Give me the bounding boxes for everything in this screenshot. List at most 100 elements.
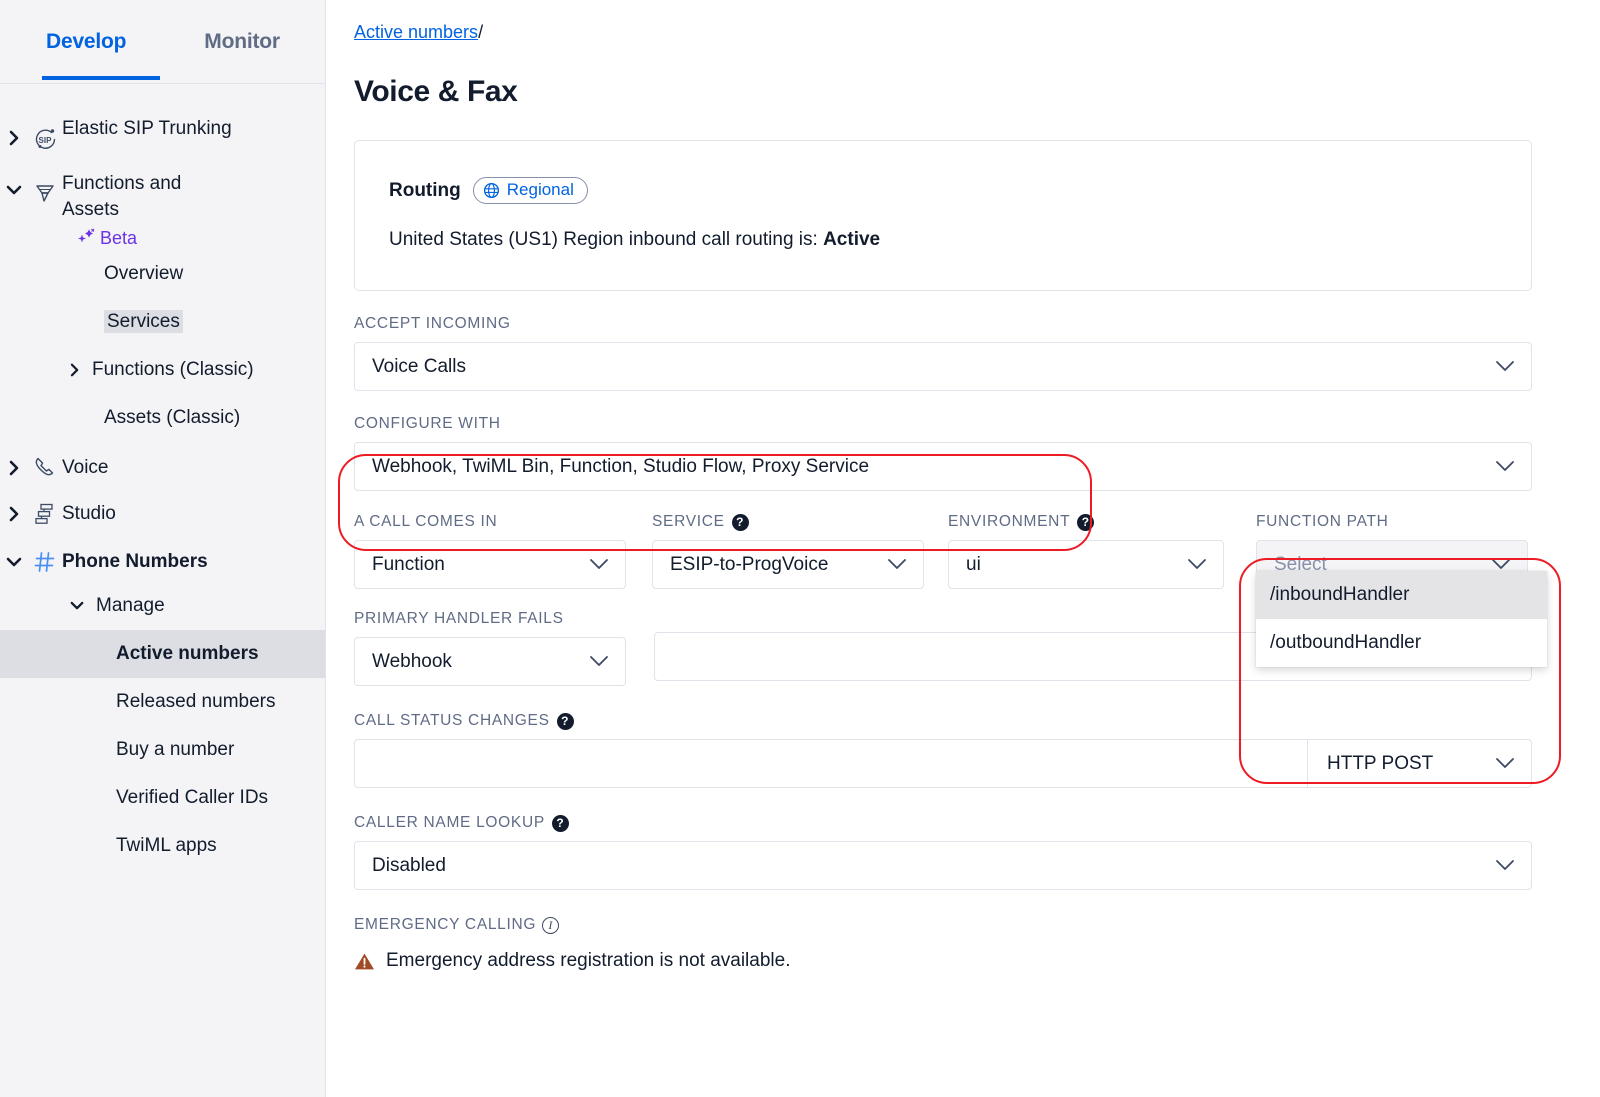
chevron-down-icon[interactable] <box>1495 859 1515 872</box>
sidebar-item-released-numbers[interactable]: Released numbers <box>0 678 325 726</box>
a-call-comes-in-select[interactable]: Function <box>354 540 626 589</box>
primary-handler-fails-label: Primary handler fails <box>354 610 564 627</box>
environment-select[interactable]: ui <box>948 540 1224 589</box>
call-status-changes-label-text: Call status changes <box>354 712 550 729</box>
routing-description: United States (US1) Region inbound call … <box>389 229 1531 251</box>
sidebar-nav: SIP Elastic SIP Trunking Functions and A… <box>0 84 325 870</box>
call-status-changes-method-value: HTTP POST <box>1327 752 1434 774</box>
accept-incoming-label: Accept incoming <box>354 315 511 332</box>
sip-icon: SIP <box>28 116 62 154</box>
accept-incoming-value: Voice Calls <box>372 355 466 377</box>
sidebar-item-overview[interactable]: Overview <box>0 250 325 298</box>
svg-text:SIP: SIP <box>39 136 53 145</box>
call-status-changes-method-select[interactable]: HTTP POST <box>1307 739 1532 788</box>
menu-item-outbound-handler[interactable]: /outboundHandler <box>1256 619 1547 667</box>
accept-incoming-select[interactable]: Voice Calls <box>354 342 1532 391</box>
help-icon[interactable]: ? <box>1077 513 1095 531</box>
sidebar-item-twiml-apps[interactable]: TwiML apps <box>0 822 325 870</box>
sidebar-item-manage[interactable]: Manage <box>0 582 325 630</box>
configure-with-value: Webhook, TwiML Bin, Function, Studio Flo… <box>372 455 870 477</box>
call-status-changes-url-input[interactable] <box>354 739 1307 788</box>
sidebar-item-label: Functions and Assets <box>62 173 182 220</box>
primary-handler-fails-value: Webhook <box>372 650 452 672</box>
sidebar-item-functions-and-assets[interactable]: Functions and Assets <box>0 161 325 230</box>
caller-name-lookup-select[interactable]: Disabled <box>354 841 1532 890</box>
sidebar-item-active-numbers[interactable]: Active numbers <box>0 630 325 678</box>
chevron-right-icon[interactable] <box>0 116 28 146</box>
routing-region-badge: Regional <box>472 177 588 204</box>
caller-name-lookup-label: Caller name lookup ? <box>354 814 1558 832</box>
chevron-right-icon[interactable] <box>0 460 28 476</box>
service-value: ESIP-to-ProgVoice <box>670 553 829 575</box>
tab-monitor[interactable]: Monitor <box>204 30 280 76</box>
tab-develop[interactable]: Develop <box>42 30 161 80</box>
routing-label: Routing <box>389 179 461 201</box>
sidebar-item-elastic-sip-trunking[interactable]: SIP Elastic SIP Trunking <box>0 106 325 161</box>
menu-item-inbound-handler[interactable]: /inboundHandler <box>1256 571 1547 619</box>
sidebar-item-label: Manage <box>96 595 165 616</box>
help-icon[interactable]: ? <box>556 712 574 730</box>
service-label-text: Service <box>652 513 725 530</box>
chevron-down-icon[interactable] <box>1187 558 1207 571</box>
functions-icon <box>28 171 62 207</box>
sidebar-item-buy-a-number[interactable]: Buy a number <box>0 726 325 774</box>
chevron-down-icon[interactable] <box>589 558 609 571</box>
sidebar-item-label: Functions (Classic) <box>92 359 254 380</box>
chevron-down-icon[interactable] <box>1495 757 1515 770</box>
primary-handler-fails-group: Primary handler fails Webhook <box>354 610 626 686</box>
service-select[interactable]: ESIP-to-ProgVoice <box>652 540 924 589</box>
breadcrumb-link-active-numbers[interactable]: Active numbers <box>354 22 478 42</box>
sidebar-item-services[interactable]: Services <box>0 298 325 346</box>
call-status-changes-group: Call status changes ? HTTP POST <box>354 712 1558 788</box>
chevron-right-icon[interactable] <box>70 363 80 377</box>
page-title: Voice & Fax <box>354 75 518 108</box>
environment-label: Environment ? <box>948 513 1224 531</box>
caller-name-lookup-value: Disabled <box>372 854 446 876</box>
sidebar-item-assets-classic[interactable]: Assets (Classic) <box>0 394 325 442</box>
configure-with-group: Configure with Webhook, TwiML Bin, Funct… <box>354 415 1558 491</box>
chevron-down-icon[interactable] <box>887 558 907 571</box>
sidebar-item-voice[interactable]: Voice <box>0 448 325 488</box>
caller-name-lookup-label-text: Caller name lookup <box>354 814 545 831</box>
function-path-label: Function path <box>1256 513 1389 530</box>
service-label: Service ? <box>652 513 924 531</box>
sidebar-item-functions-classic[interactable]: Functions (Classic) <box>0 346 325 394</box>
globe-icon <box>483 182 500 199</box>
chevron-down-icon[interactable] <box>1491 558 1511 571</box>
help-icon[interactable]: ? <box>731 513 749 531</box>
sidebar-item-phone-numbers[interactable]: Phone Numbers <box>0 542 325 582</box>
sidebar-item-label: Elastic SIP Trunking <box>62 118 232 139</box>
configure-with-select[interactable]: Webhook, TwiML Bin, Function, Studio Flo… <box>354 442 1532 491</box>
chevron-down-icon[interactable] <box>1495 360 1515 373</box>
main-content: Active numbers/ Voice & Fax Routing Regi… <box>326 0 1600 1097</box>
environment-value: ui <box>966 553 981 575</box>
chevron-down-icon[interactable] <box>70 601 84 611</box>
emergency-calling-label-text: Emergency calling <box>354 916 537 933</box>
sidebar-item-studio[interactable]: Studio <box>0 494 325 534</box>
configure-with-label: Configure with <box>354 415 501 432</box>
chevron-down-icon[interactable] <box>0 171 28 196</box>
primary-handler-fails-select[interactable]: Webhook <box>354 637 626 686</box>
sidebar-tabs: Develop Monitor <box>0 0 325 84</box>
function-path-dropdown-menu: /inboundHandler /outboundHandler <box>1256 571 1547 667</box>
help-icon[interactable]: ? <box>551 814 569 832</box>
sidebar-item-label: Phone Numbers <box>62 551 208 572</box>
studio-icon <box>28 501 62 527</box>
chevron-down-icon[interactable] <box>0 557 28 568</box>
emergency-calling-warning: Emergency address registration is not av… <box>354 950 1558 972</box>
emergency-calling-warning-text: Emergency address registration is not av… <box>386 950 791 971</box>
chevron-down-icon[interactable] <box>589 655 609 668</box>
call-status-changes-label: Call status changes ? <box>354 712 1558 730</box>
environment-group: Environment ? ui <box>948 513 1224 589</box>
breadcrumb: Active numbers/ <box>354 22 1558 43</box>
a-call-comes-in-group: A call comes in Function <box>354 513 626 589</box>
sidebar-item-verified-caller-ids[interactable]: Verified Caller IDs <box>0 774 325 822</box>
info-icon[interactable]: i <box>542 916 560 934</box>
emergency-calling-label: Emergency calling i <box>354 916 1558 934</box>
caller-name-lookup-group: Caller name lookup ? Disabled <box>354 814 1558 890</box>
chevron-right-icon[interactable] <box>0 506 28 522</box>
routing-status: Active <box>823 229 881 250</box>
a-call-comes-in-value: Function <box>372 553 445 575</box>
chevron-down-icon[interactable] <box>1495 460 1515 473</box>
service-group: Service ? ESIP-to-ProgVoice <box>652 513 924 589</box>
